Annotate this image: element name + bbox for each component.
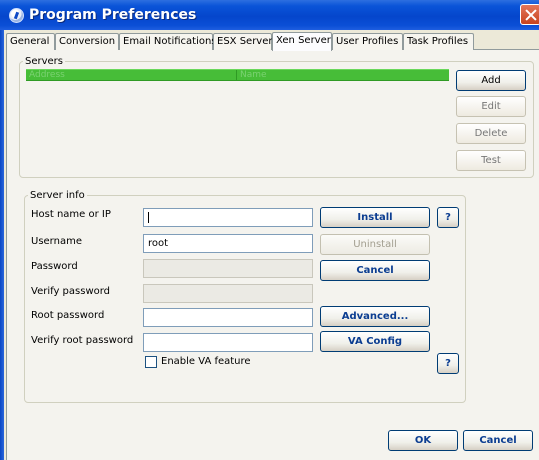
username-label: Username: [31, 236, 82, 247]
root-password-input[interactable]: [143, 308, 313, 327]
window-title: Program Preferences: [29, 7, 197, 23]
install-button[interactable]: Install: [320, 207, 430, 228]
servers-legend: Servers: [25, 56, 64, 67]
install-help-button[interactable]: ?: [437, 207, 459, 228]
advanced-button[interactable]: Advanced...: [320, 306, 430, 327]
tab-email-notifications[interactable]: Email Notifications: [119, 33, 217, 50]
test-server-button[interactable]: Test: [456, 150, 526, 171]
va-help-button[interactable]: ?: [437, 353, 459, 374]
add-server-button[interactable]: Add: [456, 70, 526, 91]
host-input[interactable]: [143, 208, 313, 227]
window-frame: [0, 30, 4, 460]
tab-xen-server[interactable]: Xen Server: [272, 32, 332, 51]
tab-conversion[interactable]: Conversion: [55, 33, 119, 50]
uninstall-button[interactable]: Uninstall: [320, 234, 430, 255]
tab-esx-server[interactable]: ESX Server: [213, 33, 273, 50]
tab-user-profiles[interactable]: User Profiles: [332, 33, 403, 50]
server-info-legend: Server info: [30, 190, 85, 201]
host-label: Host name or IP: [31, 209, 111, 220]
title-bar[interactable]: Program Preferences: [0, 0, 539, 30]
cancel-button[interactable]: Cancel: [463, 430, 533, 451]
servers-list[interactable]: [26, 82, 449, 174]
verify-password-label: Verify password: [31, 286, 111, 297]
close-button[interactable]: [520, 4, 539, 25]
tab-general[interactable]: General: [6, 33, 55, 50]
verify-root-password-label: Verify root password: [31, 335, 134, 346]
column-address[interactable]: Address: [26, 70, 65, 81]
servers-grid-header[interactable]: Address Name: [26, 69, 449, 81]
va-config-button[interactable]: VA Config: [320, 331, 430, 352]
delete-server-button[interactable]: Delete: [456, 123, 526, 144]
enable-va-checkbox[interactable]: [145, 356, 157, 368]
text-caret: [148, 212, 149, 223]
app-icon: [9, 8, 24, 23]
enable-va-label: Enable VA feature: [161, 356, 251, 367]
username-input[interactable]: root: [143, 234, 313, 253]
root-password-label: Root password: [31, 310, 105, 321]
cancel-install-button[interactable]: Cancel: [320, 260, 430, 281]
ok-button[interactable]: OK: [388, 430, 458, 451]
password-input[interactable]: [143, 259, 313, 278]
verify-root-password-input[interactable]: [143, 333, 313, 352]
password-label: Password: [31, 261, 78, 272]
verify-password-input[interactable]: [143, 284, 313, 303]
column-name[interactable]: Name: [237, 70, 267, 81]
edit-server-button[interactable]: Edit: [456, 96, 526, 117]
tab-task-profiles[interactable]: Task Profiles: [403, 33, 474, 50]
